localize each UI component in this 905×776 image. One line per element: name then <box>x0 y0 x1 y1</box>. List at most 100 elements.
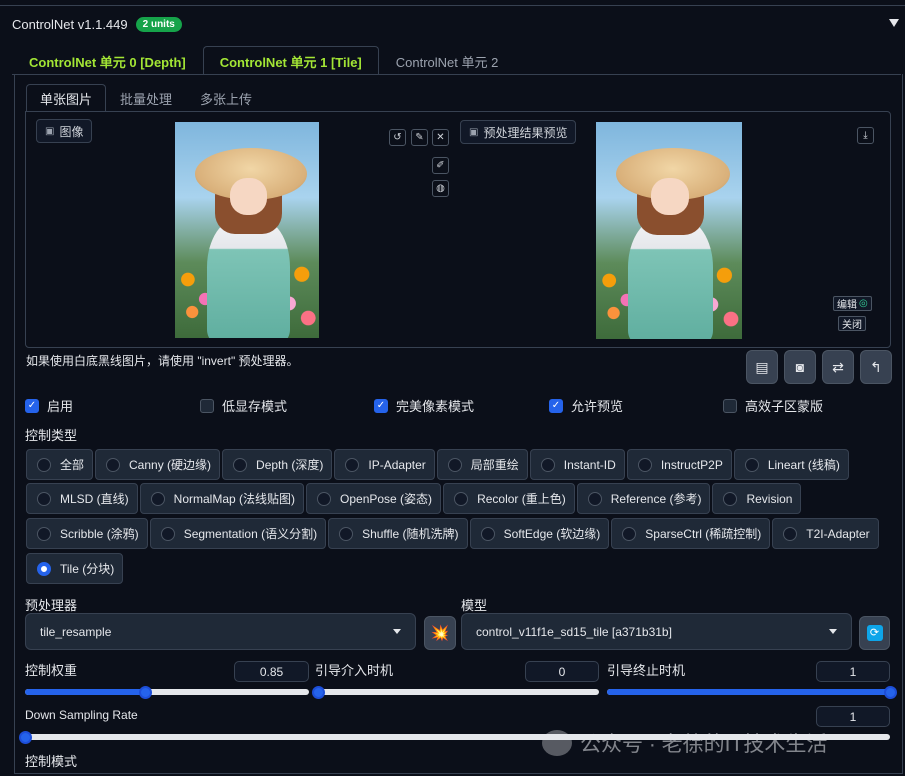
control-type-option[interactable]: OpenPose (姿态) <box>306 483 442 514</box>
control-type-option[interactable]: Depth (深度) <box>222 449 333 480</box>
radio-dot <box>454 491 469 506</box>
checkbox-low-vram-label: 低显存模式 <box>222 399 288 414</box>
down-sampling-slider-thumb[interactable] <box>18 731 32 744</box>
end-slider-fill <box>607 689 890 695</box>
control-type-option[interactable]: Reference (参考) <box>576 483 711 514</box>
control-type-option[interactable]: 全部 <box>26 449 94 480</box>
invert-hint: 如果使用白底黑线图片，请使用 "invert" 预处理器。 <box>26 354 299 368</box>
control-type-option[interactable]: MLSD (直线) <box>26 483 138 514</box>
undo-icon[interactable]: ↺ <box>389 129 406 146</box>
control-type-label: 控制类型 <box>25 428 78 443</box>
send-dimensions-icon[interactable]: ↰ <box>860 350 892 384</box>
control-type-option[interactable]: Instant-ID <box>529 449 625 480</box>
checkbox-enable-box[interactable]: ✓ <box>25 398 39 413</box>
tab-unit-0[interactable]: ControlNet 单元 0 [Depth] <box>12 46 203 75</box>
watermark: 公众号 · 老徐的IT技术生活 <box>542 728 827 758</box>
preprocessor-label: 预处理器 <box>25 598 78 613</box>
control-type-option[interactable]: IP-Adapter <box>334 449 435 480</box>
control-type-option[interactable]: NormalMap (法线贴图) <box>139 483 305 514</box>
preprocessor-select[interactable]: tile_resample <box>25 613 416 650</box>
weight-slider[interactable] <box>25 689 309 695</box>
control-type-option-label: OpenPose (姿态) <box>340 492 433 506</box>
control-type-option[interactable]: 局部重绘 <box>436 449 528 480</box>
brush-icon[interactable]: ✎ <box>411 129 428 146</box>
checkbox-pixel-perfect[interactable]: ✓ 完美像素模式 <box>374 396 474 415</box>
checkbox-allow-preview[interactable]: ✓ 允许预览 <box>549 396 623 415</box>
control-type-option[interactable]: Scribble (涂鸦) <box>26 518 148 549</box>
start-slider-thumb[interactable] <box>311 686 325 699</box>
radio-dot <box>587 491 602 506</box>
edit-icon: ◎ <box>859 298 868 309</box>
control-type-option-label: Lineart (线稿) <box>767 458 840 472</box>
chevron-down-icon <box>393 629 401 634</box>
document-icon[interactable]: ▤ <box>746 350 778 384</box>
palette-icon[interactable]: ◍ <box>432 180 449 197</box>
end-slider-thumb[interactable] <box>883 686 897 699</box>
edit-button[interactable]: 编辑 ◎ <box>833 296 872 311</box>
image-tabs: 单张图片 批量处理 多张上传 <box>26 84 266 112</box>
control-type-option[interactable]: Segmentation (语义分割) <box>149 518 327 549</box>
top-divider <box>0 0 905 6</box>
control-type-option-label: Revision <box>746 491 793 506</box>
control-type-option[interactable]: Revision <box>712 483 802 514</box>
close-preview-label: 关闭 <box>842 320 862 331</box>
tab-multi-upload[interactable]: 多张上传 <box>186 84 266 112</box>
start-input[interactable]: 0 <box>525 661 599 682</box>
image-icon: ▣ <box>45 125 55 137</box>
control-type-option-label: Depth (深度) <box>256 458 324 472</box>
control-type-option[interactable]: Shuffle (随机洗牌) <box>328 518 468 549</box>
control-type-option[interactable]: SoftEdge (软边缘) <box>469 518 610 549</box>
pen-icon[interactable]: ✐ <box>432 157 449 174</box>
unit-tabs: ControlNet 单元 0 [Depth] ControlNet 单元 1 … <box>12 46 515 75</box>
control-type-option-label: Segmentation (语义分割) <box>183 527 318 541</box>
close-preview-button[interactable]: 关闭 <box>838 316 866 331</box>
control-type-option[interactable]: T2I-Adapter <box>772 518 879 549</box>
refresh-models-button[interactable]: ⟳ <box>859 616 890 650</box>
control-type-option[interactable]: Lineart (线稿) <box>733 449 849 480</box>
model-select[interactable]: control_v11f1e_sd15_tile [a371b31b] <box>461 613 852 650</box>
weight-input[interactable]: 0.85 <box>234 661 309 682</box>
control-type-option[interactable]: InstructP2P <box>626 449 732 480</box>
radio-dot <box>783 526 798 541</box>
radio-dot <box>723 491 738 506</box>
control-type-option-label: Scribble (涂鸦) <box>60 527 139 541</box>
radio-dot-selected <box>37 561 51 576</box>
tab-batch[interactable]: 批量处理 <box>106 84 186 112</box>
control-mode-label: 控制模式 <box>25 754 78 769</box>
end-input[interactable]: 1 <box>816 661 890 682</box>
edit-button-label: 编辑 <box>837 300 857 311</box>
radio-dot <box>233 457 248 472</box>
checkbox-low-vram-box[interactable] <box>200 398 214 413</box>
input-image-label: ▣ 图像 <box>36 119 93 143</box>
end-slider[interactable] <box>607 689 890 695</box>
checkbox-effective-mask[interactable]: 高效子区蒙版 <box>723 396 823 415</box>
checkbox-allow-preview-box[interactable]: ✓ <box>549 398 563 413</box>
camera-icon[interactable]: ◙ <box>784 350 816 384</box>
run-preprocessor-button[interactable]: 💥 <box>424 616 456 650</box>
radio-dot <box>150 491 165 506</box>
control-type-option-label: Canny (硬边缘) <box>129 458 212 472</box>
collapse-triangle-icon[interactable] <box>889 19 899 27</box>
checkbox-low-vram[interactable]: 低显存模式 <box>200 396 287 415</box>
checkbox-effective-mask-box[interactable] <box>723 398 737 413</box>
control-type-option[interactable]: Canny (硬边缘) <box>95 449 221 480</box>
tab-single-image[interactable]: 单张图片 <box>26 84 107 112</box>
input-image[interactable] <box>175 122 319 338</box>
tab-unit-2[interactable]: ControlNet 单元 2 <box>379 46 516 75</box>
start-slider[interactable] <box>318 689 599 695</box>
checkbox-pixel-perfect-box[interactable]: ✓ <box>374 398 388 413</box>
control-type-option-label: 局部重绘 <box>470 458 519 472</box>
checkbox-enable[interactable]: ✓ 启用 <box>25 396 73 415</box>
download-icon[interactable]: ⤓ <box>857 127 874 144</box>
control-type-option[interactable]: SparseCtrl (稀疏控制) <box>611 518 771 549</box>
control-type-option[interactable]: Recolor (重上色) <box>443 483 575 514</box>
weight-label: 控制权重 <box>25 663 78 678</box>
close-icon[interactable]: ✕ <box>432 129 449 146</box>
radio-dot <box>540 457 555 472</box>
swap-icon[interactable]: ⇄ <box>822 350 854 384</box>
tab-unit-1[interactable]: ControlNet 单元 1 [Tile] <box>202 46 379 75</box>
controlnet-header[interactable]: ControlNet v1.1.449 2 units <box>12 17 182 32</box>
down-sampling-input[interactable]: 1 <box>816 706 890 727</box>
radio-dot <box>160 526 175 541</box>
control-type-option-selected[interactable]: Tile (分块) <box>26 553 124 584</box>
